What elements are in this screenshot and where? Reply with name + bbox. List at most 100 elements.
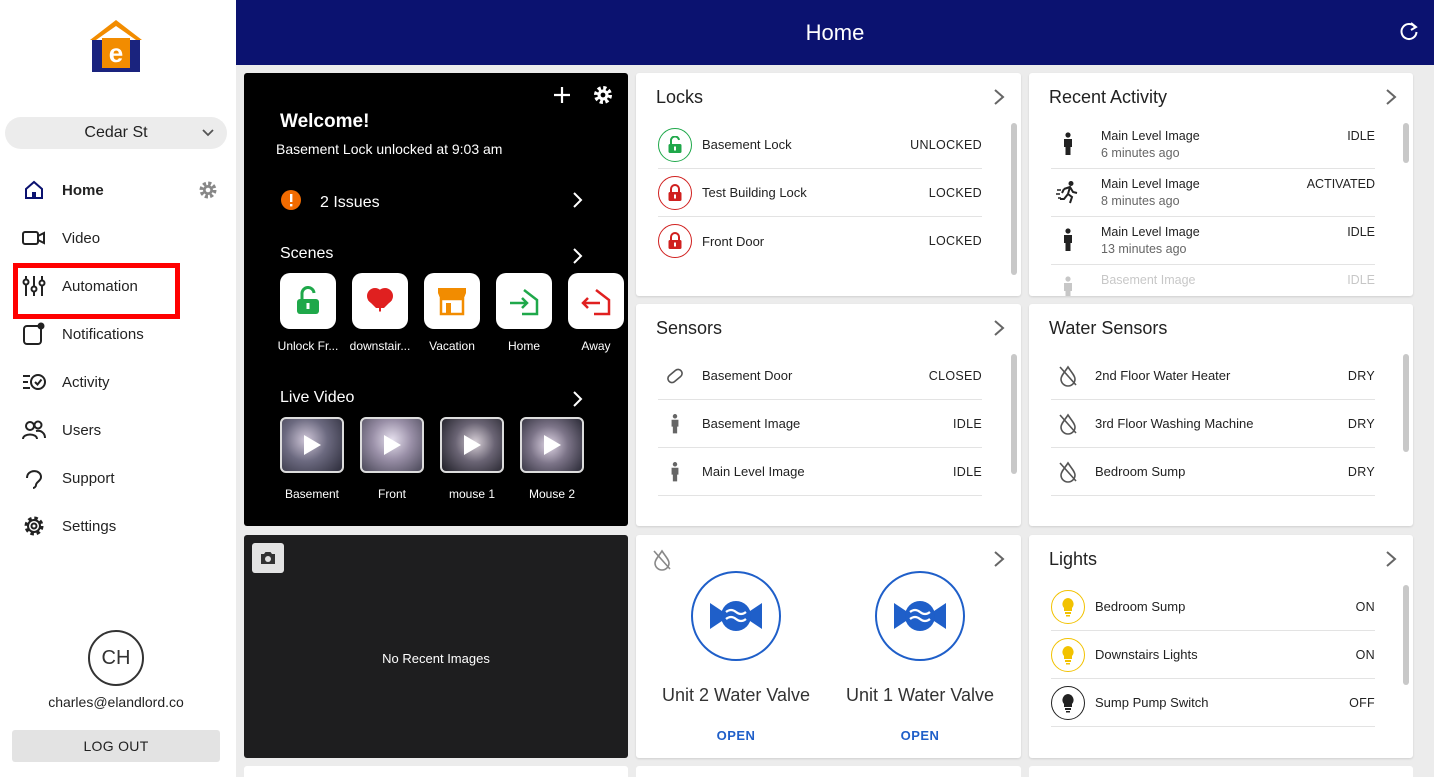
scrollbar[interactable] [1403,123,1409,163]
chevron-right-icon[interactable] [991,88,1007,106]
sidebar-item-label: Support [62,469,115,487]
sensor-row[interactable]: Basement Door CLOSED [658,352,982,400]
activity-row[interactable]: Main Level Image 13 minutes ago IDLE [1051,217,1375,265]
sidebar-item-home[interactable]: Home [22,175,104,205]
svg-text:e: e [109,38,123,68]
water-sensor-name: 2nd Floor Water Heater [1095,368,1231,383]
light-row[interactable]: Sump Pump Switch OFF [1051,679,1375,727]
scenes-title: Scenes [280,245,334,262]
chevron-right-icon[interactable] [1383,550,1399,568]
video-basement[interactable]: Basement [280,417,344,501]
lock-row[interactable]: Basement Lock UNLOCKED [658,121,982,169]
sidebar-item-users[interactable]: Users [22,415,101,445]
chevron-right-icon[interactable] [570,191,584,209]
water-sensors-card[interactable]: Water Sensors 2nd Floor Water Heater DRY… [1029,304,1413,526]
issues-row[interactable]: 2 Issues [280,189,380,216]
valve-name: Unit 2 Water Valve [661,685,811,705]
water-sensor-row[interactable]: Bedroom Sump DRY [1051,448,1375,496]
video-thumbnail [280,417,344,473]
scene-unlock-front[interactable]: Unlock Fr... [278,273,338,353]
issues-label: 2 Issues [320,193,380,211]
valve-unit-2[interactable]: Unit 2 Water Valve OPEN [651,571,821,743]
notification-bell-icon [22,322,46,346]
person-standing-icon [658,455,692,489]
activity-status: IDLE [1347,129,1375,143]
sidebar-item-label: Activity [62,373,110,391]
video-mouse-2[interactable]: Mouse 2 [520,417,584,501]
sensor-row[interactable]: Main Level Image IDLE [658,448,982,496]
refresh-icon[interactable] [1398,21,1420,43]
sidebar-item-support[interactable]: Support [22,463,115,493]
scrollbar[interactable] [1011,354,1017,474]
water-sensor-row[interactable]: 3rd Floor Washing Machine DRY [1051,400,1375,448]
elandlord-logo: e [88,18,144,74]
chevron-right-icon[interactable] [570,247,584,265]
light-row[interactable]: Downstairs Lights ON [1051,631,1375,679]
light-status: ON [1355,647,1375,662]
gear-icon[interactable] [593,85,613,110]
sensors-title: Sensors [656,318,723,338]
water-sensor-row[interactable]: 2nd Floor Water Heater DRY [1051,352,1375,400]
chevron-right-icon[interactable] [570,390,584,408]
home-arrive-icon [496,273,552,329]
water-sensors-title: Water Sensors [1049,318,1168,338]
lock-row[interactable]: Front Door LOCKED [658,217,982,265]
play-icon [384,435,401,455]
person-standing-icon [658,407,692,441]
scrollbar[interactable] [1403,354,1409,452]
water-drop-off-icon [1051,407,1085,441]
camera-button[interactable] [252,543,284,573]
headset-icon [22,466,46,490]
scene-vacation[interactable]: Vacation [424,273,480,353]
scrollbar[interactable] [1403,585,1409,685]
avatar[interactable]: CH [88,630,144,686]
page-title: Home [805,20,865,45]
scene-label: downstair... [349,339,411,353]
lightbulb-off-icon [1051,685,1085,720]
sidebar-item-video[interactable]: Video [22,223,100,253]
chevron-right-icon[interactable] [991,319,1007,337]
scene-away[interactable]: Away [568,273,624,353]
lightbulb-on-icon [1051,589,1085,624]
water-drop-off-icon [1051,359,1085,393]
lightbulb-on-icon [1051,637,1085,672]
scene-downstairs[interactable]: downstair... [350,273,410,353]
sensors-card[interactable]: Sensors Basement Door CLOSED Basement Im… [636,304,1021,526]
valve-unit-1[interactable]: Unit 1 Water Valve OPEN [835,571,1005,743]
add-icon[interactable] [552,85,572,110]
video-mouse-1[interactable]: mouse 1 [440,417,504,501]
scene-home[interactable]: Home [496,273,552,353]
lock-status: LOCKED [928,185,982,200]
activity-row[interactable]: Main Level Image 6 minutes ago IDLE [1051,121,1375,169]
scene-label: Away [581,339,611,353]
video-front[interactable]: Front [360,417,424,501]
light-row[interactable]: Bedroom Sump ON [1051,583,1375,631]
locks-card[interactable]: Locks Basement Lock UNLOCKED Test Buildi… [636,73,1021,296]
chevron-right-icon[interactable] [1383,88,1399,106]
chevron-right-icon[interactable] [991,550,1007,568]
recent-activity-card[interactable]: Recent Activity Main Level Image 6 minute… [1029,73,1413,296]
partial-card [1029,766,1413,777]
person-standing-icon [1051,271,1085,296]
user-email: charles@elandlord.co [48,694,184,710]
sidebar-item-notifications[interactable]: Notifications [22,319,144,349]
water-valves-card[interactable]: Unit 2 Water Valve OPEN Unit 1 Water Val… [636,535,1021,758]
sidebar-item-label: Home [62,181,104,199]
sidebar-item-settings[interactable]: Settings [22,511,116,541]
activity-row[interactable]: Basement Image IDLE [1051,265,1375,296]
logout-button[interactable]: LOG OUT [12,730,220,762]
avatar-initials: CH [101,646,131,669]
home-settings-gear-icon[interactable] [198,180,218,200]
locked-icon [658,224,692,258]
property-select[interactable]: Cedar St [5,117,227,149]
activity-name: Main Level Image [1101,177,1200,191]
light-status: OFF [1349,695,1375,710]
scrollbar[interactable] [1011,123,1017,275]
lock-row[interactable]: Test Building Lock LOCKED [658,169,982,217]
video-label: mouse 1 [448,487,496,501]
lights-card[interactable]: Lights Bedroom Sump ON Downstairs Lights… [1029,535,1413,758]
sidebar-item-activity[interactable]: Activity [22,367,110,397]
water-sensor-status: DRY [1347,368,1375,383]
sensor-row[interactable]: Basement Image IDLE [658,400,982,448]
activity-row[interactable]: Main Level Image 8 minutes ago ACTIVATED [1051,169,1375,217]
